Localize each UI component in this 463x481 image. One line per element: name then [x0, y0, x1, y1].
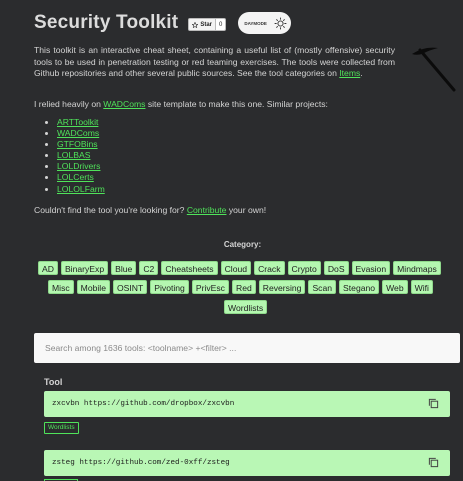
project-item: WADComs — [57, 128, 105, 139]
project-link-lolcerts[interactable]: LOLCerts — [57, 172, 94, 182]
star-button[interactable]: Star — [188, 18, 216, 31]
similar-projects-list: ARTToolkit WADComs GTFOBins LOLBAS LOLDr… — [47, 117, 105, 195]
project-link-arttoolkit[interactable]: ARTToolkit — [57, 117, 98, 127]
items-link[interactable]: Items — [339, 68, 360, 78]
category-tag-c2[interactable]: C2 — [139, 261, 159, 275]
project-item: LOLOLFarm — [57, 184, 105, 195]
intro-paragraph: This toolkit is an interactive cheat she… — [34, 45, 395, 80]
intro-end: . — [360, 68, 363, 78]
tool-card[interactable]: zxcvbn https://github.com/dropbox/zxcvbn — [44, 391, 450, 417]
category-tag-crypto[interactable]: Crypto — [287, 261, 321, 275]
tool-card[interactable]: zsteg https://github.com/zed-0xff/zsteg — [44, 450, 450, 476]
category-tag-pivoting[interactable]: Pivoting — [150, 280, 189, 294]
project-item: LOLBAS — [57, 150, 105, 161]
project-item: LOLDrivers — [57, 161, 105, 172]
project-item: GTFOBins — [57, 139, 105, 150]
category-tag-cloud[interactable]: Cloud — [220, 261, 252, 275]
page-title: Security Toolkit — [34, 12, 179, 33]
project-link-lolbas[interactable]: LOLBAS — [57, 150, 90, 160]
category-tag-wifi[interactable]: Wifi — [410, 280, 433, 294]
category-tag-mobile[interactable]: Mobile — [76, 280, 110, 294]
category-tag-cheatsheets[interactable]: Cheatsheets — [161, 261, 218, 275]
category-tag-crack[interactable]: Crack — [254, 261, 285, 275]
category-tag-misc[interactable]: Misc — [48, 280, 74, 294]
category-heading: Category: — [223, 240, 262, 249]
category-tag-reversing[interactable]: Reversing — [258, 280, 306, 294]
copy-icon[interactable] — [428, 457, 439, 468]
category-tag-evasion[interactable]: Evasion — [351, 261, 391, 275]
contribute-paragraph: Couldn't find the tool you're looking fo… — [34, 205, 266, 215]
copy-icon[interactable] — [428, 398, 439, 409]
category-tag-blue[interactable]: Blue — [111, 261, 137, 275]
project-link-loldrivers[interactable]: LOLDrivers — [57, 161, 100, 171]
category-tag-web[interactable]: Web — [382, 280, 408, 294]
category-tag-ad[interactable]: AD — [38, 261, 58, 275]
search-box — [34, 333, 460, 363]
page: Security Toolkit Star 0 DAYMODE This too… — [0, 0, 463, 481]
category-row-2: Misc Mobile OSINT Pivoting PrivEsc Red R… — [48, 280, 433, 294]
category-row-1: AD BinaryExp Blue C2 Cheatsheets Cloud C… — [38, 261, 441, 275]
tool-heading: Tool — [44, 377, 63, 387]
relied-suffix: site template to make this one. Similar … — [145, 99, 328, 109]
daymode-toggle[interactable]: DAYMODE — [238, 12, 292, 34]
category-tag-scan[interactable]: Scan — [308, 280, 337, 294]
category-tag-stegano[interactable]: Stegano — [339, 280, 380, 294]
relied-prefix: I relied heavily on — [34, 99, 104, 109]
project-item: LOLCerts — [57, 172, 105, 183]
star-icon — [192, 21, 199, 28]
category-row-3: Wordlists — [224, 300, 268, 314]
daymode-label: DAYMODE — [244, 20, 267, 26]
category-tag-binaryexp[interactable]: BinaryExp — [60, 261, 109, 275]
star-count[interactable]: 0 — [216, 18, 227, 31]
header: Security Toolkit Star 0 DAYMODE — [34, 12, 292, 34]
wadcoms-link[interactable]: WADComs — [103, 99, 145, 109]
star-label: Star — [200, 21, 212, 28]
category-tag-mindmaps[interactable]: Mindmaps — [393, 261, 441, 275]
category-tag-privesc[interactable]: PrivEsc — [191, 280, 229, 294]
relied-paragraph: I relied heavily on WADComs site templat… — [34, 99, 328, 109]
tool-category-tag[interactable]: Wordlists — [44, 422, 79, 434]
category-tag-osint[interactable]: OSINT — [113, 280, 148, 294]
sun-icon — [274, 17, 287, 29]
project-link-lolololfarm[interactable]: LOLOLFarm — [57, 184, 105, 194]
search-input[interactable] — [45, 343, 460, 353]
pickaxe-icon — [412, 47, 456, 92]
category-tag-red[interactable]: Red — [231, 280, 256, 294]
project-link-gtfobins[interactable]: GTFOBins — [57, 139, 98, 149]
contribute-suffix: your own! — [226, 205, 267, 215]
category-tag-dos[interactable]: DoS — [323, 261, 349, 275]
github-star-widget[interactable]: Star 0 — [188, 18, 227, 31]
project-item: ARTToolkit — [57, 117, 105, 128]
contribute-prefix: Couldn't find the tool you're looking fo… — [34, 205, 187, 215]
tool-command: zxcvbn https://github.com/dropbox/zxcvbn — [52, 400, 235, 408]
tool-command: zsteg https://github.com/zed-0xff/zsteg — [52, 459, 230, 467]
contribute-link[interactable]: Contribute — [187, 205, 227, 215]
category-tag-wordlists[interactable]: Wordlists — [224, 300, 268, 314]
project-link-wadcoms[interactable]: WADComs — [57, 128, 99, 138]
